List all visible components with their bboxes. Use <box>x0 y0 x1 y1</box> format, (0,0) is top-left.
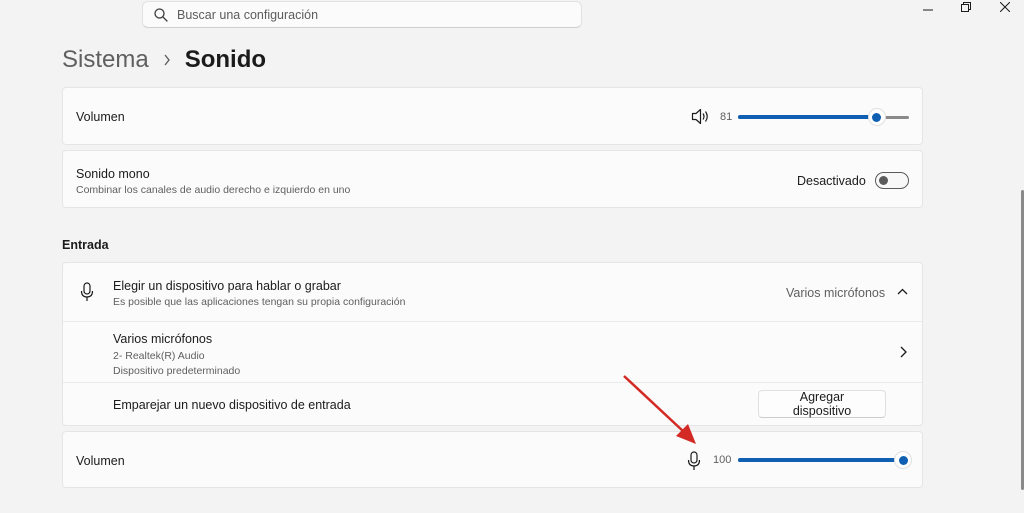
annotation-arrow <box>623 375 696 444</box>
